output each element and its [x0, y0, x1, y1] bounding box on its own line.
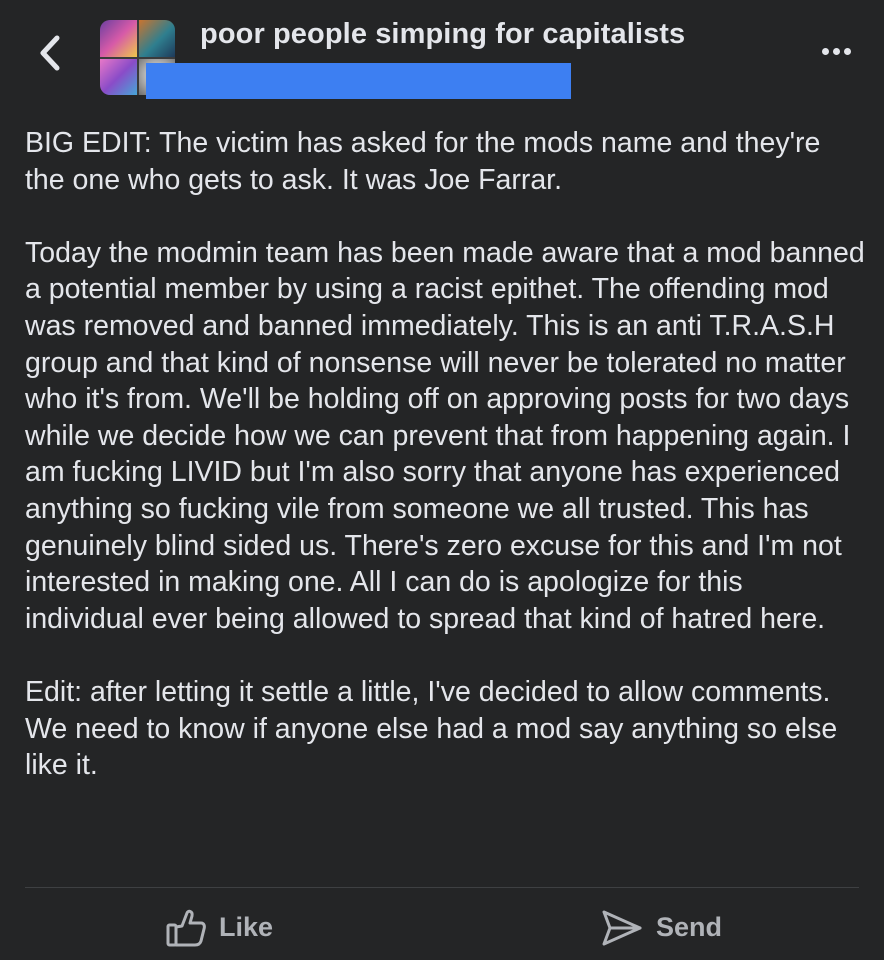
like-label: Like: [219, 912, 274, 942]
redaction-bar: [146, 63, 571, 99]
post-actions: Like Send: [0, 895, 884, 960]
back-button[interactable]: [30, 28, 70, 78]
send-icon: [602, 910, 642, 945]
more-horizontal-icon: [821, 47, 851, 55]
post-paragraph: BIG EDIT: The victim has asked for the m…: [25, 127, 821, 196]
like-button[interactable]: Like: [165, 905, 273, 950]
chevron-left-icon: [40, 35, 60, 71]
send-label: Send: [656, 912, 723, 942]
more-options-button[interactable]: [816, 38, 856, 64]
avatar-tile: [100, 58, 137, 95]
thumbs-up-icon: [166, 909, 206, 946]
post-header: poor people simping for capitalists: [0, 0, 884, 110]
post-paragraph: Edit: after letting it settle a little, …: [25, 675, 838, 782]
avatar-tile: [100, 20, 137, 57]
avatar-tile: [138, 20, 175, 57]
send-button[interactable]: Send: [600, 905, 722, 950]
post-body: BIG EDIT: The victim has asked for the m…: [25, 125, 865, 784]
group-name[interactable]: poor people simping for capitalists: [200, 18, 685, 51]
post-paragraph: Today the modmin team has been made awar…: [25, 236, 865, 635]
divider: [25, 887, 859, 888]
